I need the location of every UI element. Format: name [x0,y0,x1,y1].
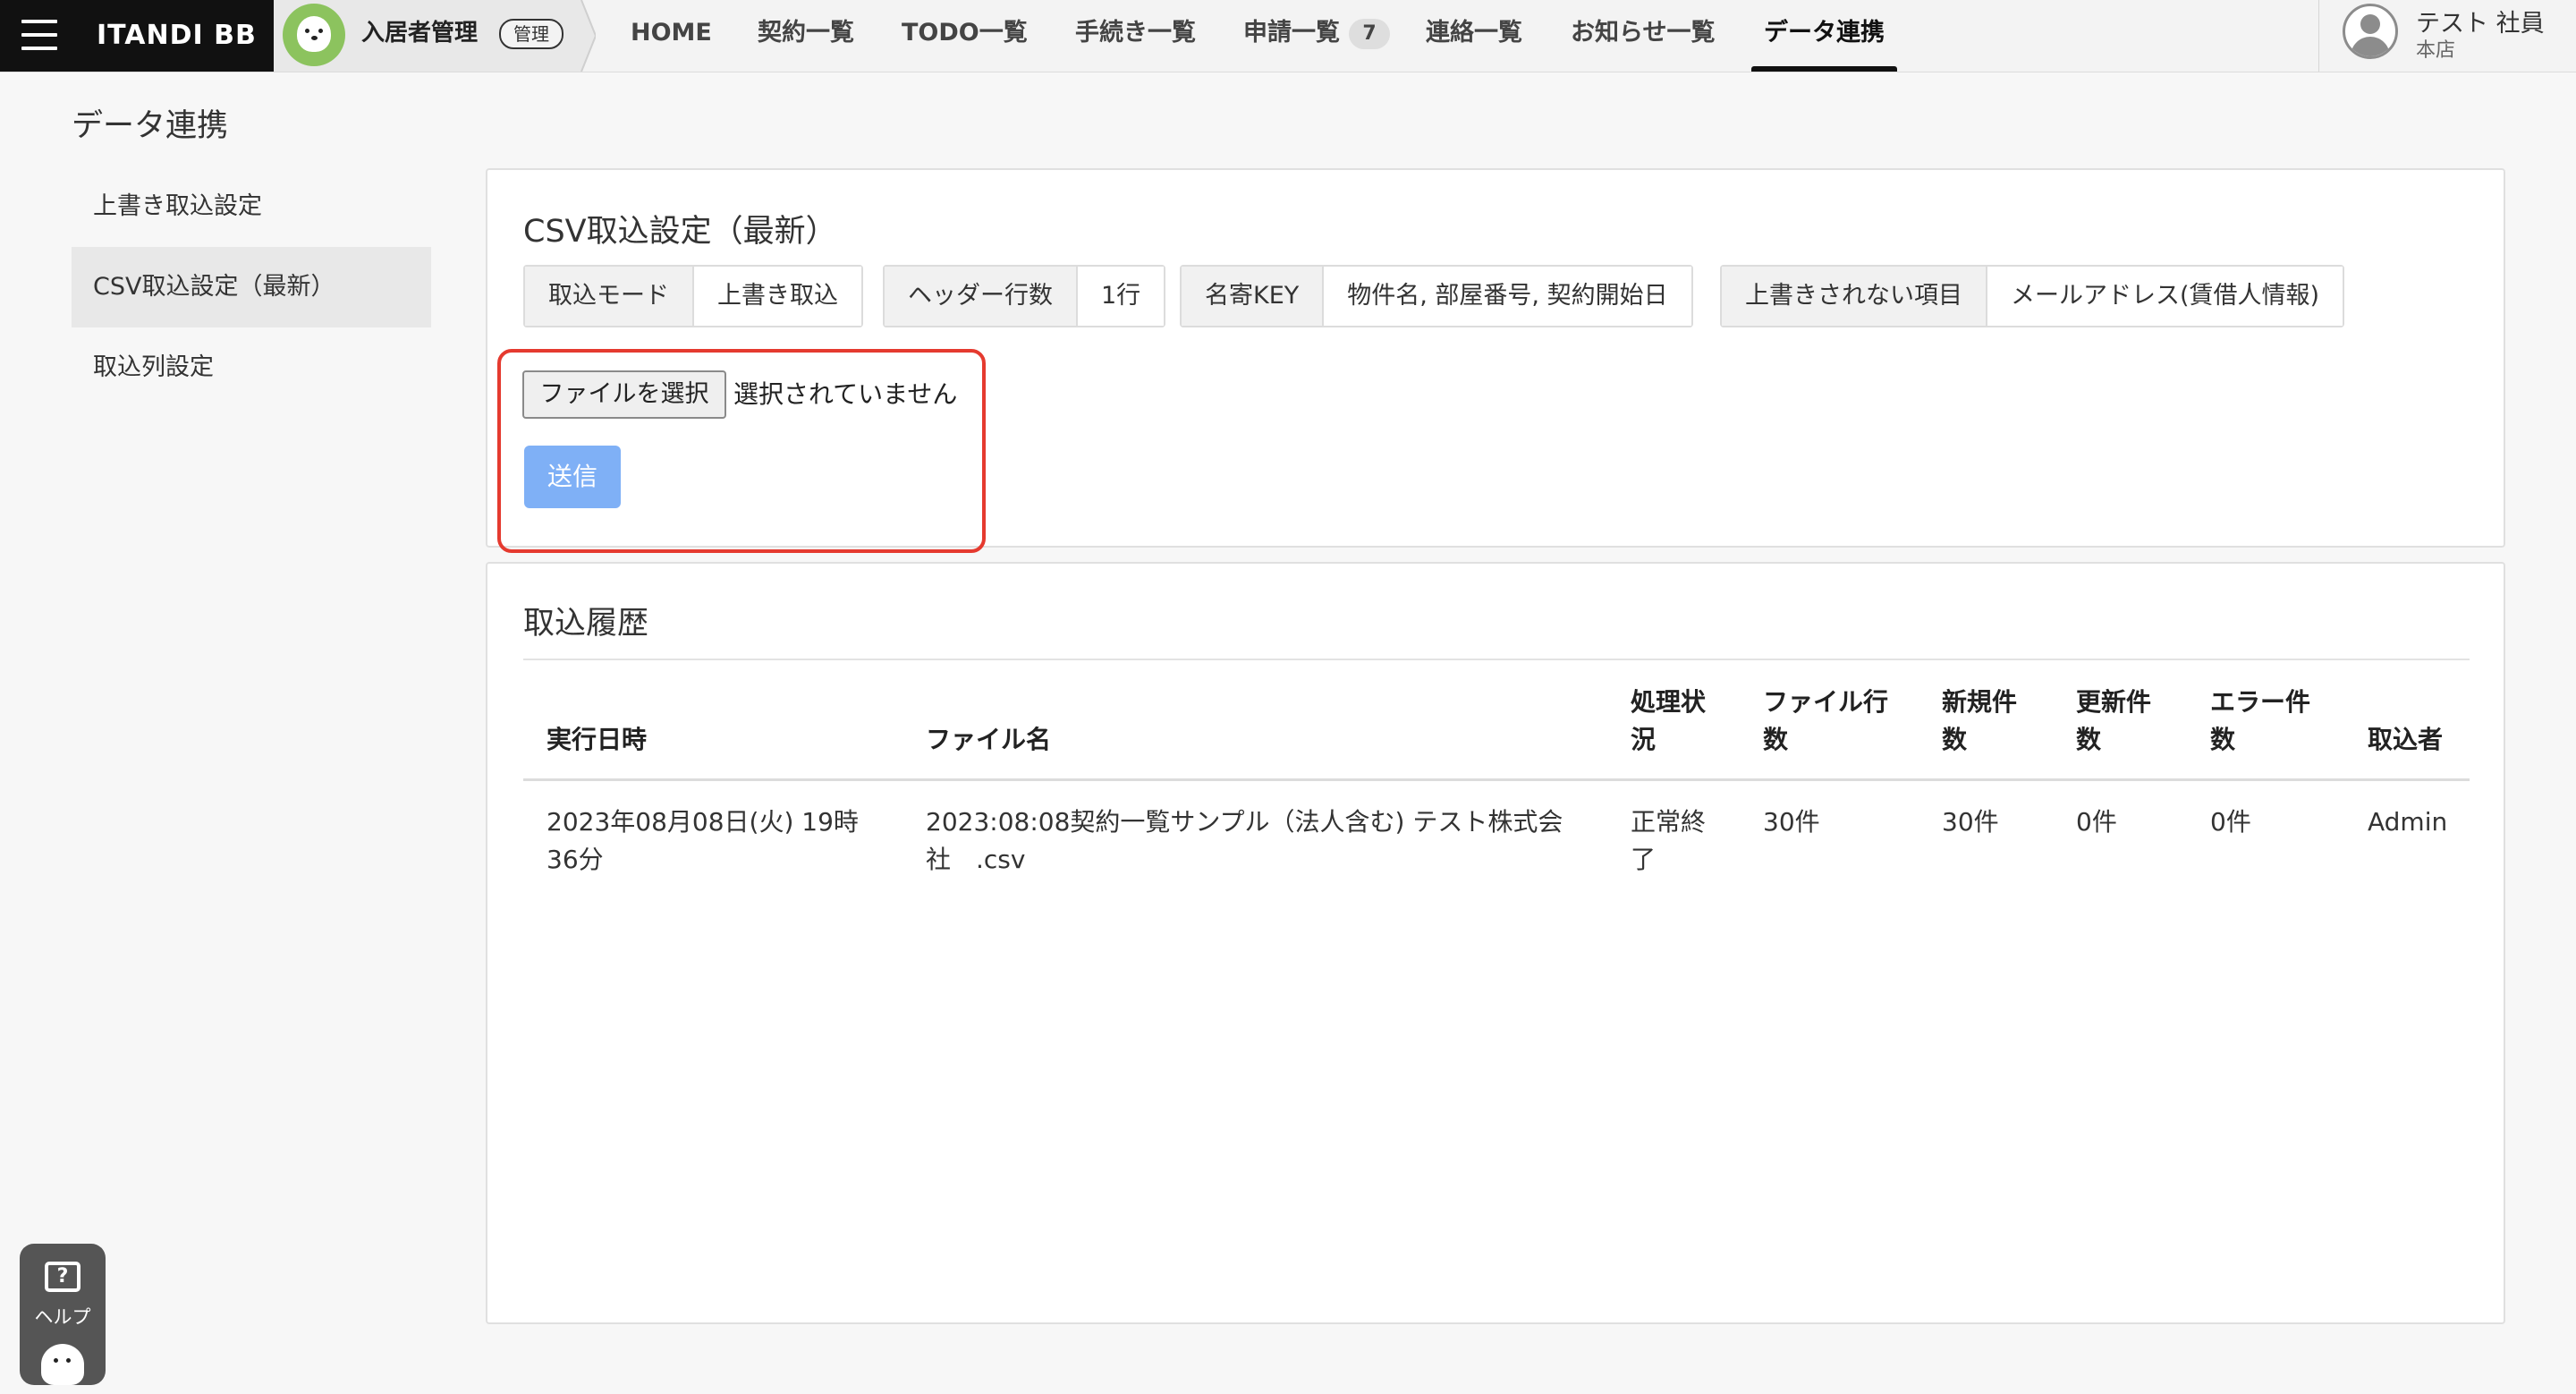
nav-messages[interactable]: 連絡一覧 [1426,0,1522,72]
col-header-importer: 取込者 [2368,725,2444,754]
user-menu[interactable]: テスト 社員 本店 [2318,0,2576,72]
nav-applications-label: 申請一覧 [1243,19,1340,47]
tag-value: 上書き取込 [694,267,861,326]
product-mascot-icon[interactable] [283,4,345,66]
menu-icon[interactable] [21,20,57,50]
tag-import-mode: 取込モード 上書き取込 [523,265,863,327]
cell-updated-count: 0件 [2076,807,2117,837]
tag-merge-key: 名寄KEY 物件名, 部屋番号, 契約開始日 [1180,265,1693,327]
nav-contracts[interactable]: 契約一覧 [758,0,854,72]
help-question-icon: ? [45,1262,80,1292]
csv-settings-title: CSV取込設定（最新） [523,214,837,250]
brand-logo[interactable]: ITANDI BB [97,0,257,72]
cell-importer: Admin [2368,807,2448,837]
product-role-badge: 管理 [499,19,564,49]
choose-file-button[interactable]: ファイルを選択 [522,370,726,419]
user-avatar-icon [2343,4,2398,59]
tag-value: 物件名, 部屋番号, 契約開始日 [1324,267,1691,326]
cell-date: 2023年08月08日(火) 19時36分 [547,807,859,874]
col-header-filename: ファイル名 [926,725,1052,754]
cell-new-count: 30件 [1942,807,1999,837]
file-status-text: 選択されていません [733,379,958,409]
col-header-error-count: エラー件数 [2210,687,2311,754]
cell-status: 正常終了 [1631,807,1707,874]
col-header-new-count: 新規件数 [1942,687,2018,754]
sidebar-item-csv-settings[interactable]: CSV取込設定（最新） [72,247,431,327]
col-header-line-count: ファイル行数 [1763,687,1889,754]
user-branch: 本店 [2416,39,2456,62]
tag-header-rows: ヘッダー行数 1行 [883,265,1166,327]
product-name[interactable]: 入居者管理 [361,0,478,66]
col-header-date: 実行日時 [547,725,648,754]
nav-procedures[interactable]: 手続き一覧 [1075,0,1196,72]
table-header-divider [523,778,2470,781]
col-header-updated-count: 更新件数 [2076,687,2152,754]
nav-data-integration[interactable]: データ連携 [1751,0,1897,72]
sidebar-item-overwrite-settings[interactable]: 上書き取込設定 [72,166,431,247]
nav-notices[interactable]: お知らせ一覧 [1571,0,1715,72]
page-title: データ連携 [72,108,229,144]
tag-key: 上書きされない項目 [1722,267,1987,326]
help-label: ヘルプ [34,1306,91,1328]
cell-error-count: 0件 [2210,807,2251,837]
col-header-status: 処理状況 [1631,687,1707,754]
divider [523,659,2470,660]
brand-bar: ITANDI BB [0,0,274,72]
sidebar: 上書き取込設定 CSV取込設定（最新） 取込列設定 [72,166,431,408]
tag-key: 名寄KEY [1182,267,1325,326]
nav-todo[interactable]: TODO一覧 [902,0,1028,72]
nav-home[interactable]: HOME [631,0,712,72]
tag-value: 1行 [1078,267,1165,326]
tag-value: メールアドレス(賃借人情報) [1987,267,2343,326]
help-widget[interactable]: ? ヘルプ [20,1244,106,1385]
tag-key: 取込モード [525,267,694,326]
submit-button[interactable]: 送信 [524,446,621,508]
import-history-title: 取込履歴 [523,606,649,642]
nav-applications-count: 7 [1349,19,1390,49]
sidebar-item-column-settings[interactable]: 取込列設定 [72,327,431,408]
tag-key: ヘッダー行数 [885,267,1078,326]
nav-applications[interactable]: 申請一覧 7 [1243,0,1390,72]
import-history-card: 取込履歴 実行日時 ファイル名 処理状況 ファイル行数 新規件数 更新件数 エラ… [486,562,2505,1324]
cell-filename: 2023:08:08契約一覧サンプル（法人含む) テスト株式会社 .csv [926,807,1563,874]
cell-line-count: 30件 [1763,807,1820,837]
tag-protected-fields: 上書きされない項目 メールアドレス(賃借人情報) [1720,265,2345,327]
top-header: ITANDI BB 入居者管理 管理 HOME 契約一覧 TODO一覧 手続き一… [0,0,2576,72]
help-mascot-icon [41,1344,84,1385]
